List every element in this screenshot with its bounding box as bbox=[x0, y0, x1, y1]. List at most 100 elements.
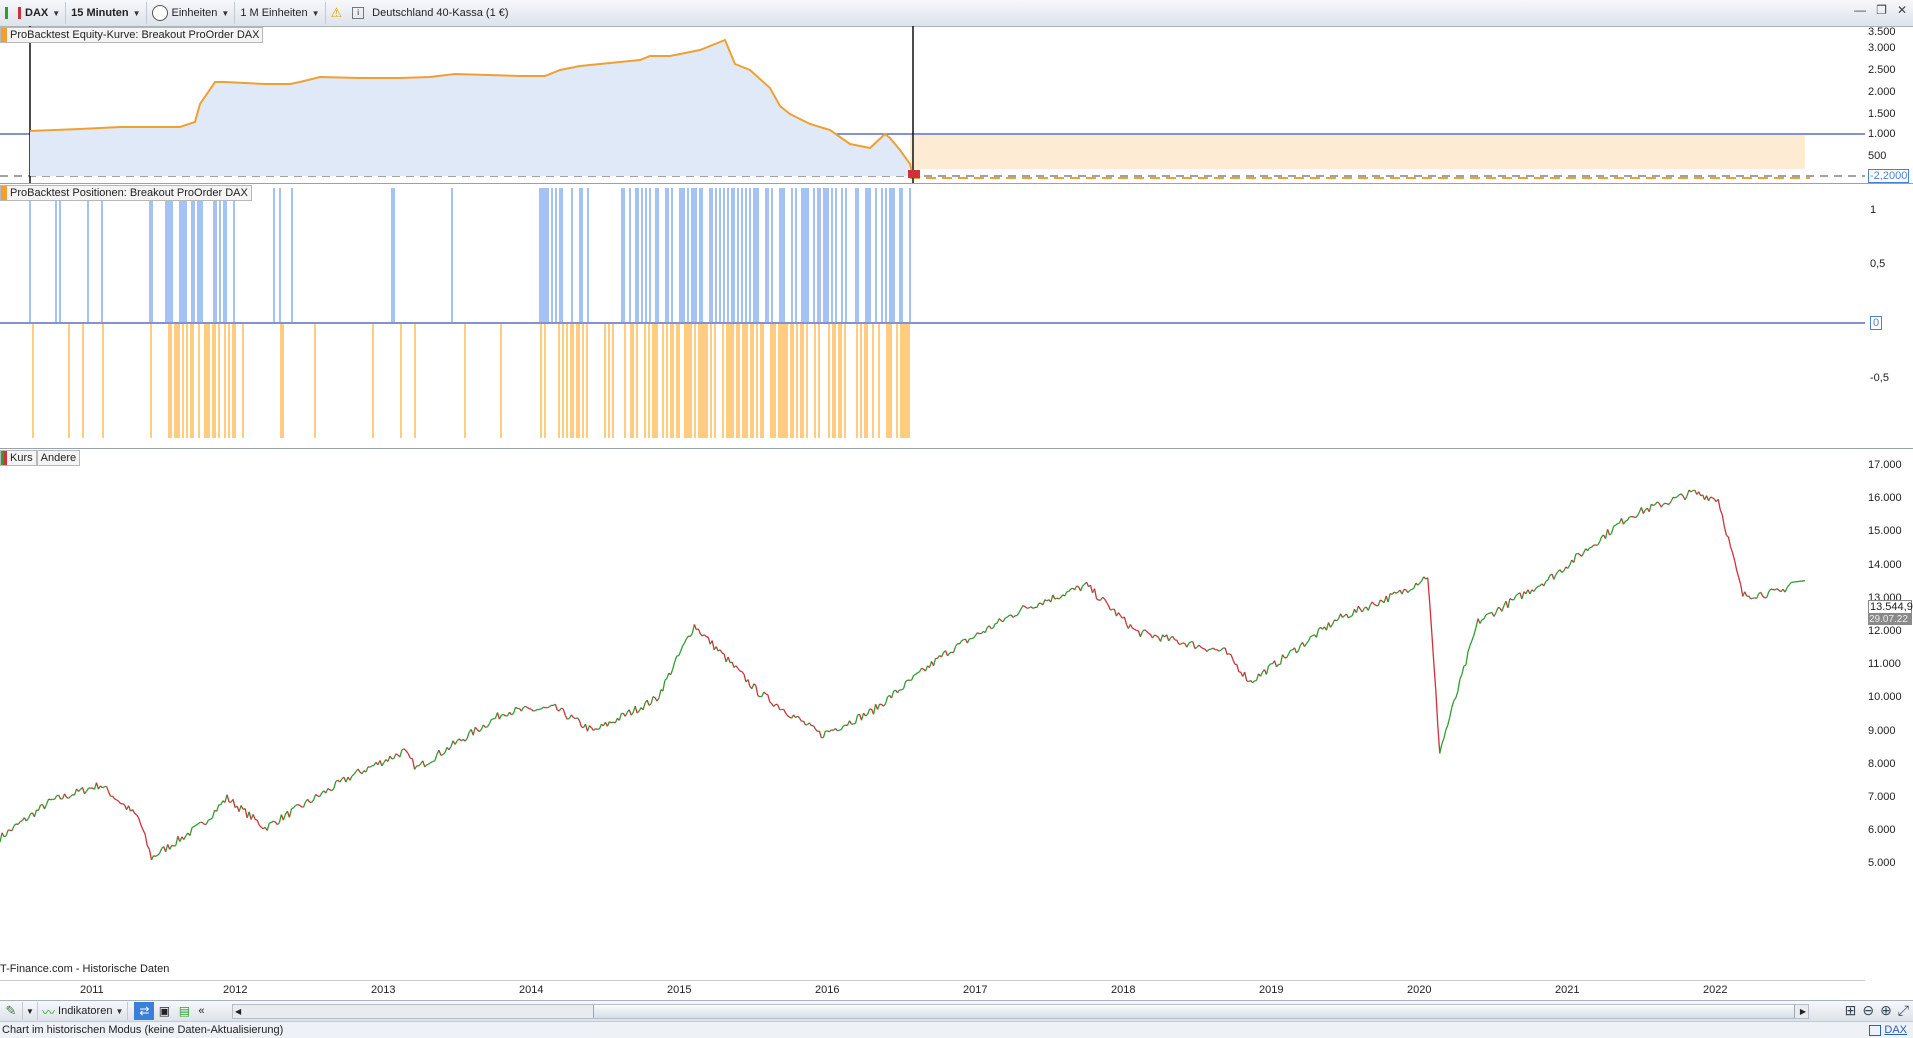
scroll-right-arrow[interactable]: ▶ bbox=[1800, 1005, 1806, 1018]
bottom-toolbar: ✎ ▼ 〰 Indikatoren ▼ ⇄ ▣ ▤ « ◀ ▶ ⊞ ⊖ ⊕ ⤢ bbox=[0, 1000, 1913, 1021]
price-segment bbox=[1462, 666, 1464, 675]
axis-tick: 1.500 bbox=[1868, 108, 1896, 120]
units-label: Einheiten bbox=[172, 7, 218, 19]
price-segment bbox=[308, 799, 310, 802]
price-segment bbox=[1677, 495, 1679, 497]
year-label: 2020 bbox=[1407, 984, 1431, 996]
price-segment bbox=[1187, 643, 1189, 647]
price-segment bbox=[1307, 641, 1309, 643]
indicators-button[interactable]: 〰 Indikatoren ▼ bbox=[37, 1002, 128, 1020]
price-segment bbox=[659, 690, 661, 698]
price-segment bbox=[427, 764, 429, 765]
price-segment bbox=[425, 765, 427, 767]
price-segment bbox=[1468, 646, 1470, 652]
restore-icon[interactable]: ❐ bbox=[1876, 3, 1887, 17]
price-chart[interactable] bbox=[0, 449, 1865, 979]
price-segment bbox=[1146, 631, 1148, 633]
zoom-reset-icon[interactable]: ⤢ bbox=[1898, 1002, 1909, 1019]
equity-axis: 3.500 3.000 2.500 2.000 1.500 1.000 500 … bbox=[1868, 26, 1913, 183]
price-segment bbox=[884, 703, 886, 706]
price-segment bbox=[1785, 588, 1787, 592]
price-segment bbox=[1616, 524, 1618, 526]
zoom-in-icon[interactable]: ⊕ bbox=[1880, 1002, 1892, 1019]
price-segment bbox=[1522, 592, 1524, 599]
price-segment bbox=[166, 844, 168, 851]
indicators-label: Indikatoren bbox=[58, 1005, 112, 1017]
price-segment bbox=[1237, 665, 1239, 672]
scroll-thumb[interactable] bbox=[593, 1005, 1795, 1018]
chart-type-button[interactable]: DAX ▼ bbox=[0, 2, 66, 24]
minimize-icon[interactable]: — bbox=[1854, 3, 1866, 17]
price-segment bbox=[172, 845, 174, 846]
price-segment bbox=[985, 627, 987, 632]
price-segment bbox=[1508, 599, 1510, 608]
export-button[interactable]: ▤ bbox=[174, 1004, 194, 1018]
price-segment bbox=[86, 788, 88, 791]
warning-button[interactable]: ⚠ i Deutschland 40-Kassa (1 €) bbox=[326, 2, 514, 24]
price-segment bbox=[841, 726, 843, 729]
price-segment bbox=[1148, 633, 1150, 634]
price-segment bbox=[245, 809, 247, 818]
price-segment bbox=[686, 636, 688, 639]
price-segment bbox=[1309, 636, 1311, 641]
price-segment bbox=[1392, 592, 1394, 594]
price-segment bbox=[261, 827, 263, 829]
price-segment bbox=[1055, 598, 1057, 599]
price-segment bbox=[2, 833, 4, 837]
screenshot-button[interactable]: ▣ bbox=[154, 1004, 174, 1018]
units-count-select[interactable]: 1 M Einheiten ▼ bbox=[235, 2, 325, 24]
close-icon[interactable]: ✕ bbox=[1897, 3, 1907, 17]
zoom-out-icon[interactable]: ⊖ bbox=[1862, 1002, 1874, 1019]
status-symbol[interactable]: DAX bbox=[1869, 1022, 1907, 1038]
price-segment bbox=[1336, 619, 1338, 621]
price-segment bbox=[712, 641, 714, 650]
price-segment bbox=[1203, 649, 1205, 650]
price-segment bbox=[1289, 650, 1291, 654]
price-segment bbox=[79, 789, 81, 791]
axis-tick: 5.000 bbox=[1868, 857, 1896, 869]
price-segment bbox=[499, 715, 501, 719]
equity-panel: ProBacktest Equity-Kurve: Breakout ProOr… bbox=[0, 26, 1913, 184]
current-value-badge: -2,2000 bbox=[1868, 169, 1909, 183]
tab-kurs[interactable]: Kurs bbox=[0, 450, 37, 466]
price-segment bbox=[283, 814, 285, 820]
price-segment bbox=[85, 791, 87, 794]
zoom-area-icon[interactable]: ⊞ bbox=[1845, 1002, 1857, 1019]
year-label: 2011 bbox=[80, 984, 104, 996]
price-segment bbox=[102, 787, 104, 788]
drawing-tools-button[interactable]: ✎ bbox=[0, 1002, 23, 1020]
axis-tick: -0,5 bbox=[1870, 372, 1889, 384]
price-segment bbox=[1436, 690, 1438, 725]
scrollbar[interactable]: ◀ ▶ bbox=[232, 1004, 1809, 1019]
share-button[interactable]: ⇄ bbox=[134, 1002, 154, 1020]
units-select[interactable]: Einheiten ▼ bbox=[147, 2, 236, 24]
price-segment bbox=[158, 853, 160, 855]
scroll-left-arrow[interactable]: ◀ bbox=[235, 1005, 241, 1018]
price-segment bbox=[823, 731, 825, 738]
price-segment bbox=[800, 718, 802, 721]
chevron-down-icon: ▼ bbox=[115, 1007, 123, 1016]
price-segment bbox=[702, 635, 704, 636]
price-segment bbox=[1017, 612, 1019, 615]
scroll-back-button[interactable]: « bbox=[194, 1005, 208, 1017]
price-segment bbox=[1418, 583, 1420, 585]
positions-chart[interactable] bbox=[0, 184, 1865, 448]
timeframe-select[interactable]: 15 Minuten ▼ bbox=[66, 2, 146, 24]
price-segment bbox=[728, 657, 730, 663]
price-segment bbox=[1005, 617, 1007, 618]
price-segment bbox=[565, 716, 567, 720]
price-segment bbox=[1142, 630, 1144, 632]
price-segment bbox=[1691, 491, 1693, 492]
price-segment bbox=[740, 671, 742, 672]
instrument-label: Deutschland 40-Kassa (1 €) bbox=[372, 7, 508, 19]
price-segment bbox=[156, 855, 158, 856]
positions-panel-label: ProBacktest Positionen: Breakout ProOrde… bbox=[0, 185, 252, 201]
price-segment bbox=[1671, 497, 1673, 501]
price-segment bbox=[65, 794, 67, 798]
price-segment bbox=[1444, 730, 1446, 738]
tools-dropdown[interactable]: ▼ bbox=[23, 1007, 37, 1016]
price-segment bbox=[1213, 648, 1215, 650]
tab-andere[interactable]: Andere bbox=[37, 450, 80, 466]
equity-chart[interactable] bbox=[0, 26, 1865, 183]
price-segment bbox=[332, 788, 334, 790]
